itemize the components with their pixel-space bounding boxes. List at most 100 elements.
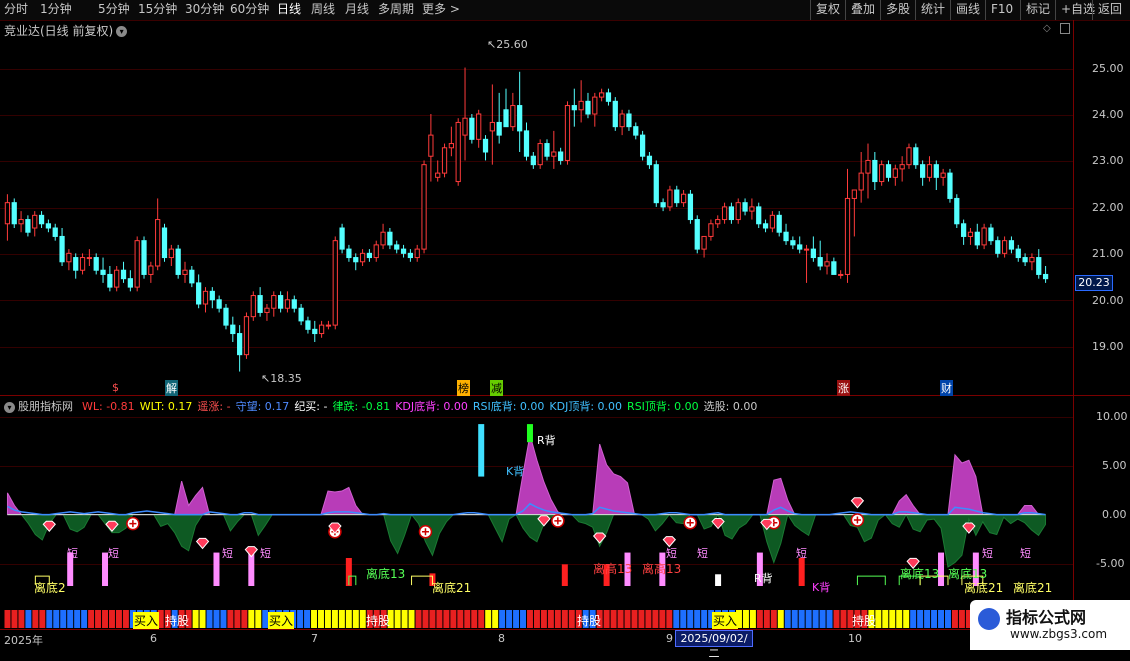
candle-body: [387, 231, 393, 246]
candle-body: [18, 219, 24, 225]
signal-strip-cell: [297, 610, 304, 628]
event-mark-dollar[interactable]: $: [112, 381, 119, 394]
period-multi[interactable]: 多周期: [378, 1, 414, 18]
mark-button[interactable]: 标记: [1020, 0, 1055, 20]
candle-body: [578, 100, 584, 111]
signal-strip-cell: [115, 610, 122, 628]
candle-body: [271, 295, 277, 309]
period-15min[interactable]: 15分钟: [138, 1, 177, 18]
indicator-tick: 5.00: [1102, 459, 1127, 472]
signal-strip-cell: [910, 610, 917, 628]
k-back-label-top: K背: [506, 465, 525, 478]
candle-body: [455, 121, 461, 183]
short-label: 短: [222, 547, 233, 560]
candle-body: [1001, 240, 1008, 254]
candle-body: [476, 113, 482, 140]
back-button[interactable]: 返回: [1092, 0, 1127, 20]
candle-body: [988, 227, 994, 242]
candle-body: [120, 269, 127, 280]
period-30min[interactable]: 30分钟: [185, 1, 224, 18]
signal-strip-cell: [304, 610, 311, 628]
event-mark-rise[interactable]: 涨: [837, 380, 850, 396]
period-weekly[interactable]: 周线: [311, 1, 335, 18]
candle-body: [325, 324, 332, 327]
candle-body: [407, 252, 414, 259]
event-mark-reduce[interactable]: 减: [490, 380, 503, 396]
candle-body: [947, 172, 953, 199]
short-label: 短: [697, 547, 708, 560]
period-monthly[interactable]: 月线: [345, 1, 369, 18]
candlestick-chart[interactable]: [0, 20, 1073, 395]
plus-circle-icon: [418, 525, 433, 539]
signal-strip-cell: [359, 610, 366, 628]
signal-strip-cell: [533, 610, 540, 628]
indicator-chart[interactable]: [0, 396, 1073, 629]
signal-strip-cell: [102, 610, 108, 628]
candle-body: [155, 219, 161, 267]
f10-button[interactable]: F10: [985, 0, 1018, 20]
candle-body: [73, 257, 79, 271]
candle-body: [810, 248, 816, 259]
period-daily[interactable]: 日线: [277, 1, 301, 18]
signal-strip-cell: [951, 610, 958, 628]
signal-strip-cell: [81, 610, 88, 628]
signal-strip-cell: [67, 610, 74, 628]
period-fenshi[interactable]: 分时: [4, 1, 28, 18]
signal-strip-cell: [457, 610, 464, 628]
candle-body: [783, 231, 789, 242]
candle-body: [967, 231, 974, 237]
price-tick: 24.00: [1092, 108, 1124, 121]
candle-body: [680, 193, 687, 204]
bottom-21-label: 离底21: [1013, 581, 1053, 595]
candle-body: [906, 147, 912, 166]
candle-body: [646, 155, 653, 166]
signal-strip-cell: [610, 610, 617, 628]
period-60min[interactable]: 60分钟: [230, 1, 269, 18]
candle-body: [674, 189, 680, 204]
multi-stock-button[interactable]: 多股: [880, 0, 915, 20]
period-1min[interactable]: 1分钟: [40, 1, 72, 18]
signal-strip-cell: [694, 610, 701, 628]
fuquan-button[interactable]: 复权: [810, 0, 845, 20]
signal-strip-cell: [122, 610, 129, 628]
signal-strip-cell: [833, 610, 840, 628]
candle-body: [353, 257, 359, 263]
candle-body: [66, 252, 72, 263]
candle-body: [653, 164, 659, 204]
period-5min[interactable]: 5分钟: [98, 1, 130, 18]
candle-body: [127, 278, 133, 288]
period-more[interactable]: 更多 >: [422, 1, 460, 18]
candle-body: [312, 328, 318, 335]
signal-strip-cell: [742, 610, 749, 628]
event-mark-finance[interactable]: 财: [940, 380, 953, 396]
candle-body: [332, 240, 338, 326]
event-mark-unlock[interactable]: 解: [165, 380, 178, 396]
event-mark-list[interactable]: 榜: [457, 380, 470, 396]
candle-body: [202, 290, 209, 305]
candle-body: [462, 117, 468, 136]
stats-button[interactable]: 统计: [915, 0, 950, 20]
signal-strip-cell: [540, 610, 547, 628]
signal-strip-cell: [352, 610, 359, 628]
high-label: ↖25.60: [487, 38, 528, 51]
price-axis-border: [1073, 20, 1074, 630]
signal-strip-cell: [554, 610, 561, 628]
candle-body: [79, 257, 86, 271]
gem-icon: [244, 546, 258, 558]
signal-strip-cell: [429, 610, 436, 628]
candle-body: [428, 134, 434, 157]
overlay-button[interactable]: 叠加: [845, 0, 880, 20]
short-label: 短: [796, 547, 807, 560]
candle-body: [817, 257, 823, 267]
candle-body: [639, 134, 646, 157]
short-label: 短: [260, 547, 271, 560]
candle-body: [107, 273, 113, 288]
short-bar: [213, 552, 220, 586]
candle-body: [148, 265, 154, 275]
draw-line-button[interactable]: 画线: [950, 0, 985, 20]
candle-body: [25, 219, 31, 233]
candle-body: [114, 269, 120, 288]
signal-strip-cell: [11, 610, 18, 628]
signal-strip-cell: [875, 610, 882, 628]
indicator-tick: 10.00: [1096, 410, 1128, 423]
